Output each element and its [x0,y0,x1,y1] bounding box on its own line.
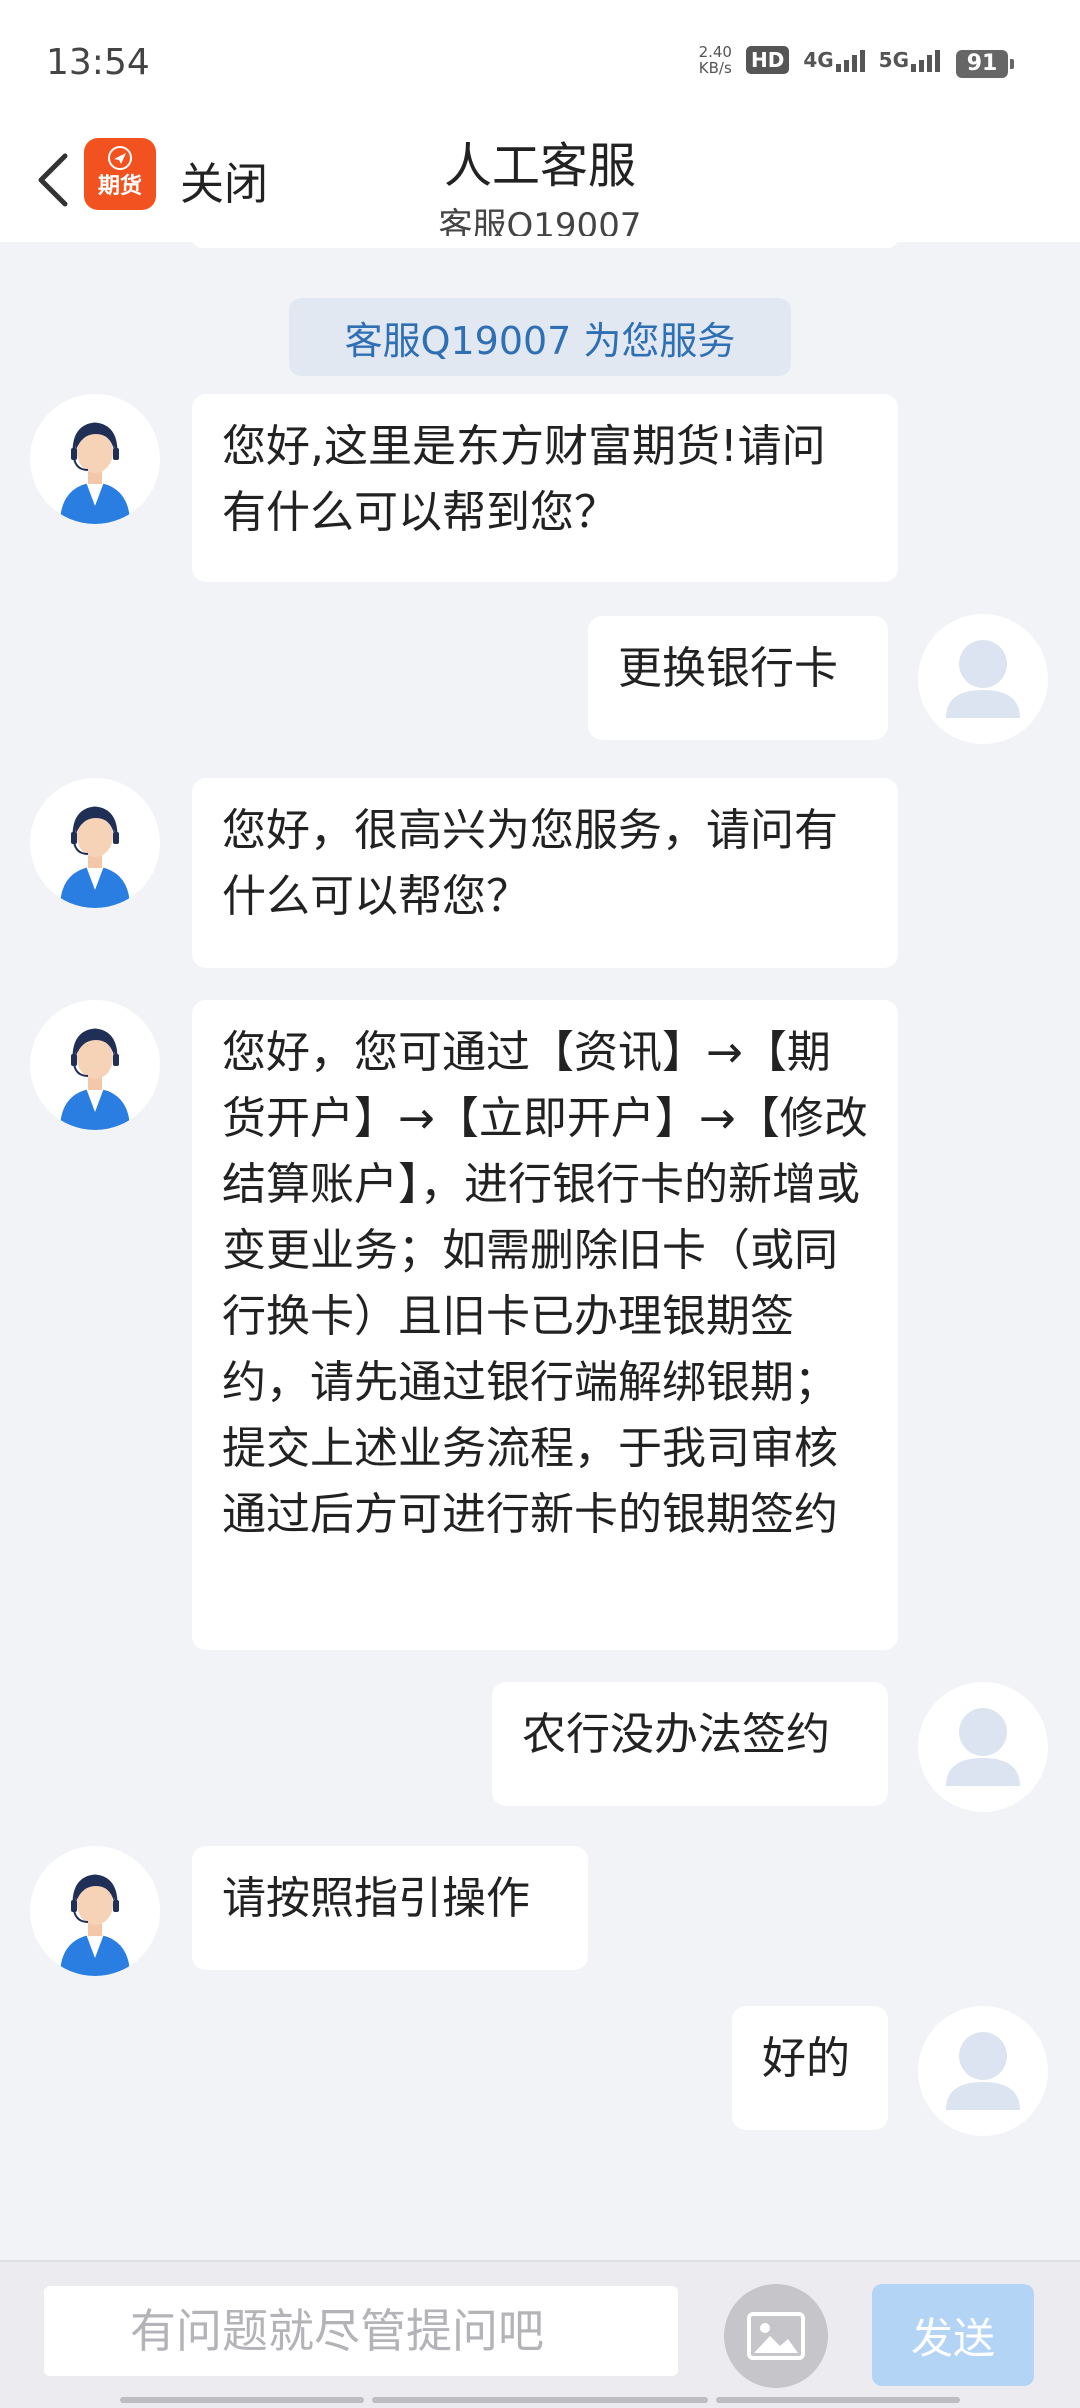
previous-message-edge [192,236,898,248]
agent-avatar [30,778,160,908]
customer-service-agent-icon [60,422,130,524]
gesture-bar-segment [120,2397,364,2403]
chat-header: 期货 关闭 人工客服 客服Q19007 [0,118,1080,246]
customer-service-agent-icon [60,806,130,908]
agent-avatar [30,1000,160,1130]
close-button[interactable]: 关闭 [180,148,268,212]
status-bar: 13:54 2.40 KB/s HD 4G 5G 91 [0,0,1080,118]
send-button[interactable]: 发送 [872,2284,1034,2386]
signal-5g-icon: 5G [879,48,940,72]
input-bar: 有问题就尽管提问吧 发送 [0,2260,1080,2408]
message-bubble-agent: 您好，您可通过【资讯】→【期货开户】→【立即开户】→【修改结算账户】，进行银行卡… [192,1000,898,1650]
network-speed: 2.40 KB/s [698,43,732,77]
user-avatar [918,614,1048,744]
status-time: 13:54 [46,42,150,83]
hd-icon: HD [745,46,790,74]
agent-avatar [30,1846,160,1976]
app-logo: 期货 [84,138,156,210]
customer-service-agent-icon [60,1874,130,1976]
header-title-block: 人工客服 客服Q19007 [340,126,740,247]
user-avatar [918,2006,1048,2136]
message-bubble-agent: 您好，很高兴为您服务，请问有什么可以帮您？ [192,778,898,968]
page-title: 人工客服 [443,138,636,194]
message-input[interactable]: 有问题就尽管提问吧 [44,2286,678,2376]
customer-service-agent-icon [60,1028,130,1130]
default-user-icon [946,640,1020,718]
message-bubble-agent: 请按照指引操作 [192,1846,588,1970]
message-bubble-user: 好的 [732,2006,888,2130]
image-upload-button[interactable] [724,2284,828,2388]
back-button[interactable] [22,142,82,218]
status-icons: 2.40 KB/s HD 4G 5G [699,44,940,76]
gesture-bar-segment [716,2397,960,2403]
message-bubble-user: 更换银行卡 [588,616,888,740]
image-icon [747,2312,805,2360]
service-notice: 客服Q19007 为您服务 [289,298,791,376]
agent-avatar [30,394,160,524]
message-bubble-user: 农行没办法签约 [492,1682,888,1806]
gesture-bar-segment [372,2397,708,2403]
user-avatar [918,1682,1048,1812]
message-bubble-agent: 您好,这里是东方财富期货!请问有什么可以帮到您？ [192,394,898,582]
battery-icon: 91 [956,50,1014,78]
default-user-icon [946,1708,1020,1786]
default-user-icon [946,2032,1020,2110]
chevron-left-icon [38,153,68,207]
signal-4g-icon: 4G [803,48,865,72]
